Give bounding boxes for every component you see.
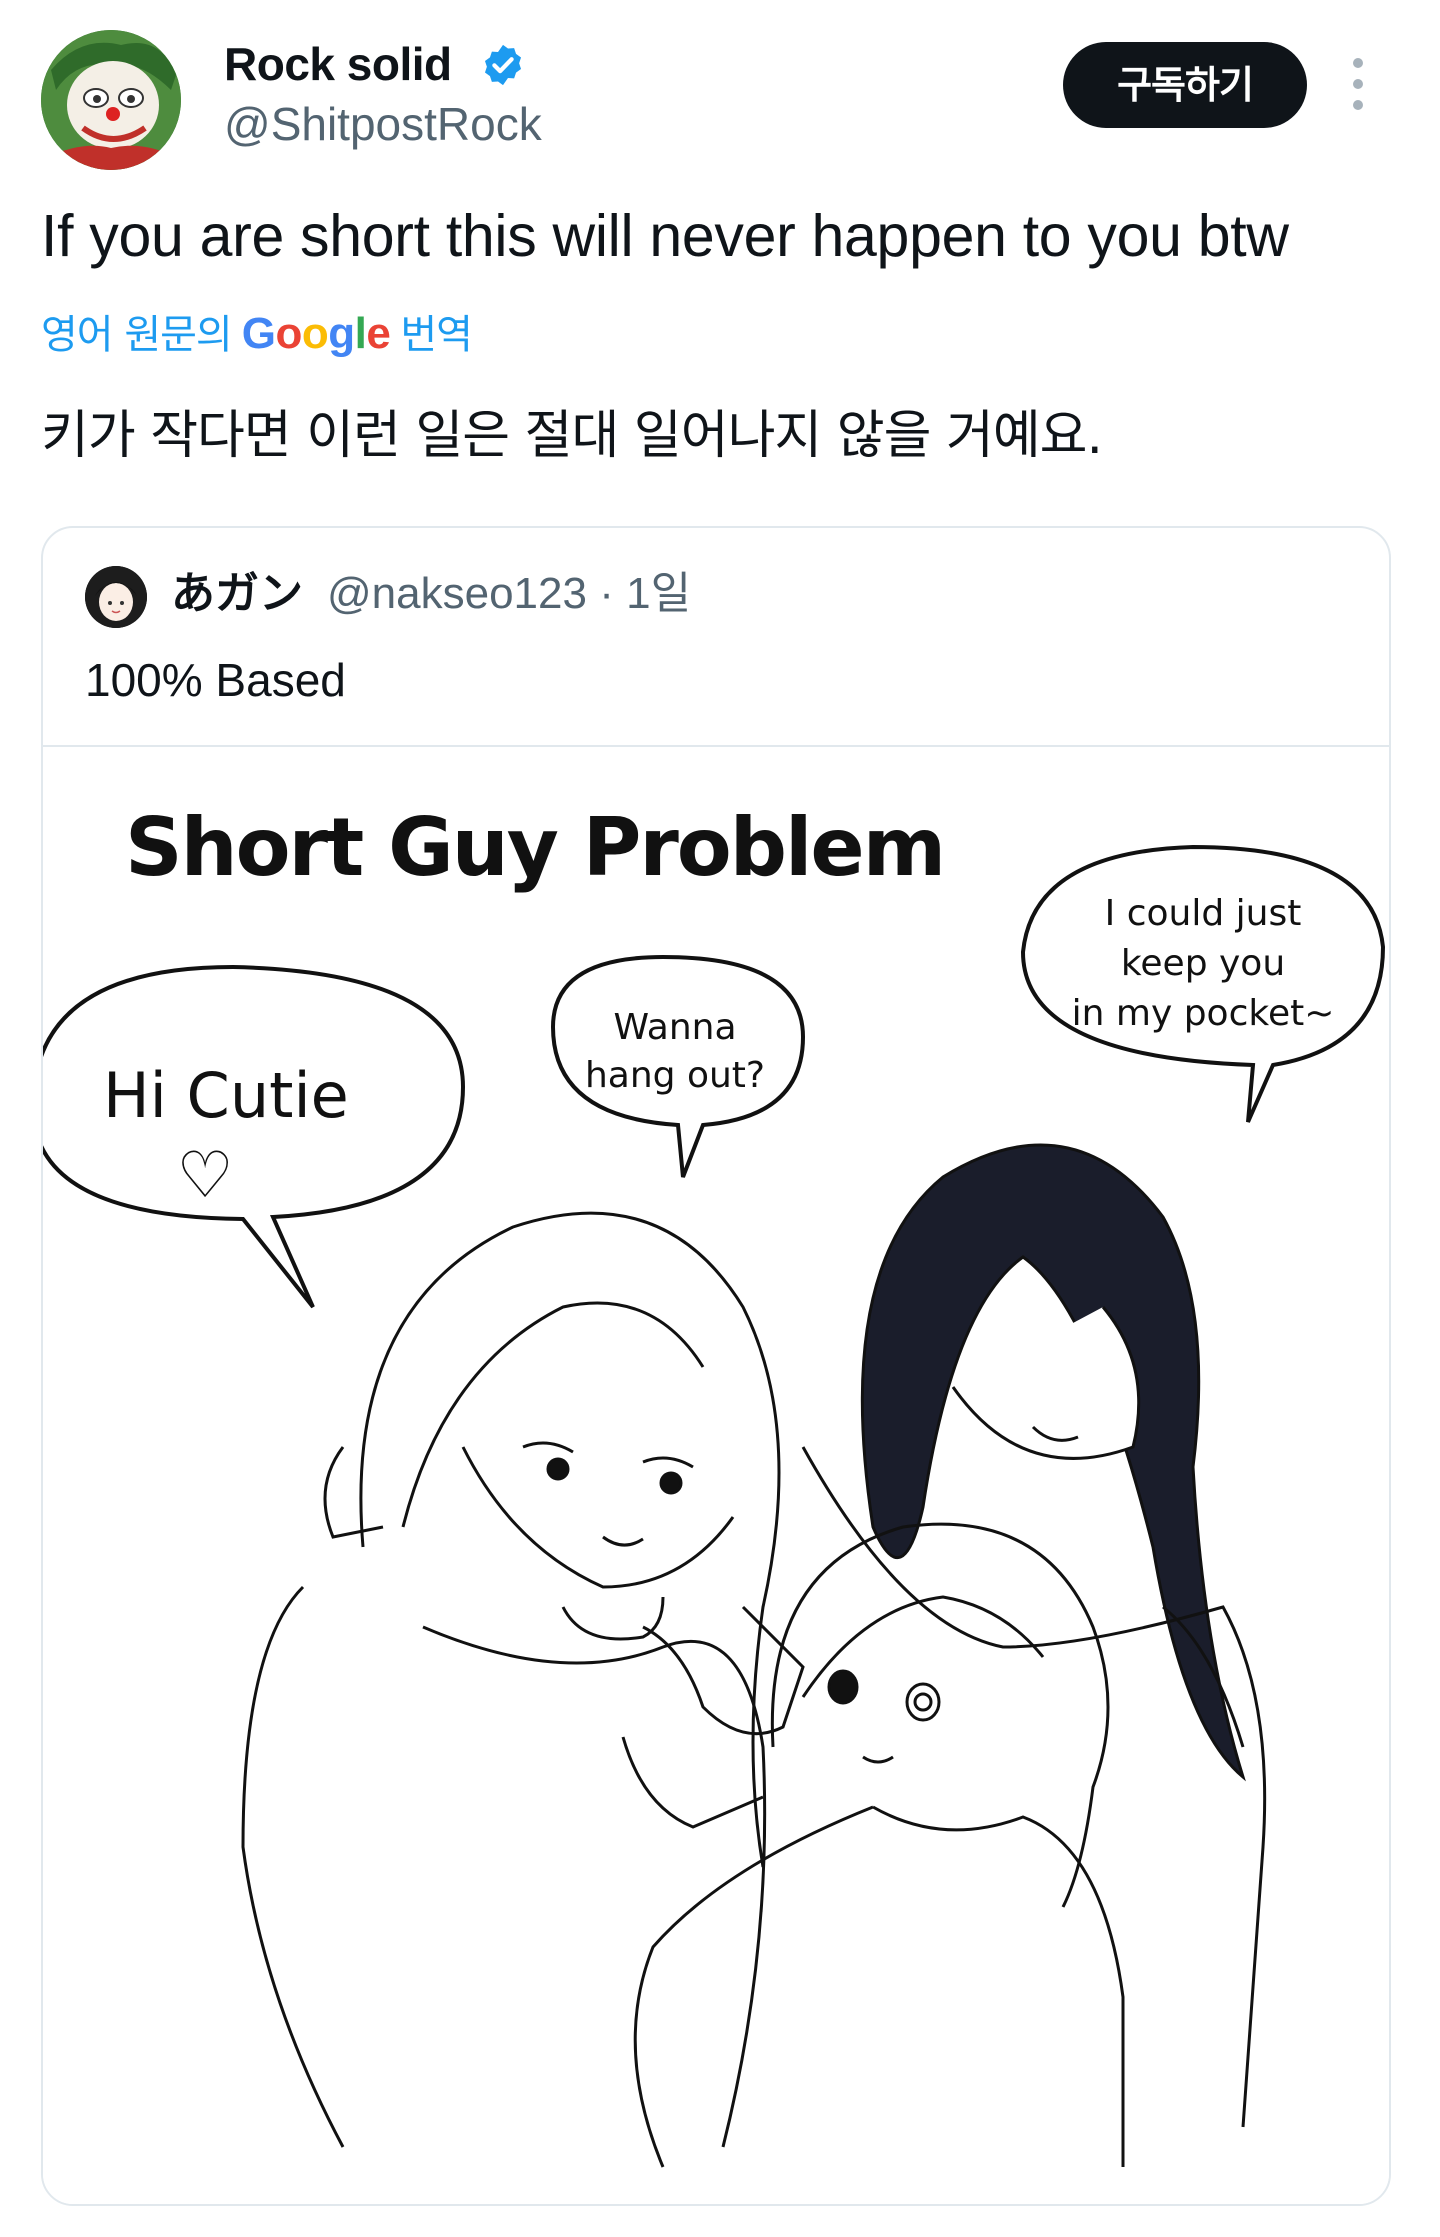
speech-bubble-left: [43, 964, 466, 1309]
anime-girl-avatar-icon: [85, 566, 147, 628]
more-options-icon[interactable]: [1348, 56, 1368, 112]
translate-link[interactable]: 영어 원문의 Google 번역: [41, 304, 473, 364]
comic-image[interactable]: Short Guy Problem Hi Cutie ♡ Wanna hang …: [43, 745, 1389, 2204]
translation-suffix: 번역: [400, 312, 473, 358]
character-short-hair: [621, 1522, 1125, 2168]
quote-text: 100% Based: [85, 654, 346, 706]
bubble-middle-line2: hang out?: [585, 1055, 765, 1096]
bubble-left-text: Hi Cutie: [103, 1059, 349, 1132]
google-letter: l: [354, 309, 367, 358]
character-dark-hair: [801, 1143, 1267, 2128]
quote-meta: @nakseo123 · 1일: [327, 564, 691, 624]
author-handle[interactable]: @ShitpostRock: [224, 94, 542, 154]
heart-icon: ♡: [176, 1139, 233, 1213]
clown-avatar-icon: [41, 30, 181, 170]
speech-bubble-right: [1020, 844, 1386, 1123]
translated-text: 키가 작다면 이런 일은 절대 일어나지 않을 거예요.: [41, 406, 1103, 466]
quote-author-name[interactable]: あガン: [171, 564, 303, 624]
quote-handle[interactable]: @nakseo123: [327, 569, 587, 618]
character-long-hair: [241, 1211, 805, 2148]
google-letter: o: [275, 309, 302, 358]
author-name[interactable]: Rock solid: [224, 34, 452, 94]
bubble-middle-line1: Wanna: [613, 1007, 736, 1048]
subscribe-button[interactable]: 구독하기: [1063, 42, 1307, 128]
tweet: Rock solid @ShitpostRock 구독하기 If you are…: [0, 0, 1440, 2237]
quoted-tweet[interactable]: あガン @nakseo123 · 1일 100% Based Short Guy…: [41, 526, 1391, 2206]
verified-badge-icon: [480, 42, 526, 88]
google-letter: e: [366, 309, 391, 358]
tweet-text: If you are short this will never happen …: [41, 203, 1289, 269]
quote-author-avatar[interactable]: [85, 566, 147, 628]
google-letter: o: [301, 309, 329, 358]
bubble-right-line3: in my pocket~: [1072, 993, 1335, 1034]
google-logo: Google: [242, 309, 391, 358]
author-avatar[interactable]: [41, 30, 181, 170]
bubble-right-line2: keep you: [1121, 943, 1285, 984]
comic-illustration: Short Guy Problem Hi Cutie ♡ Wanna hang …: [43, 801, 1386, 2168]
meta-separator: ·: [599, 569, 614, 618]
google-letter: G: [241, 309, 276, 358]
translation-source: 영어 원문의: [41, 312, 233, 358]
comic-title: Short Guy Problem: [125, 801, 944, 894]
google-letter: g: [328, 309, 355, 358]
bubble-right-line1: I could just: [1105, 893, 1302, 934]
quote-time[interactable]: 1일: [626, 569, 691, 618]
